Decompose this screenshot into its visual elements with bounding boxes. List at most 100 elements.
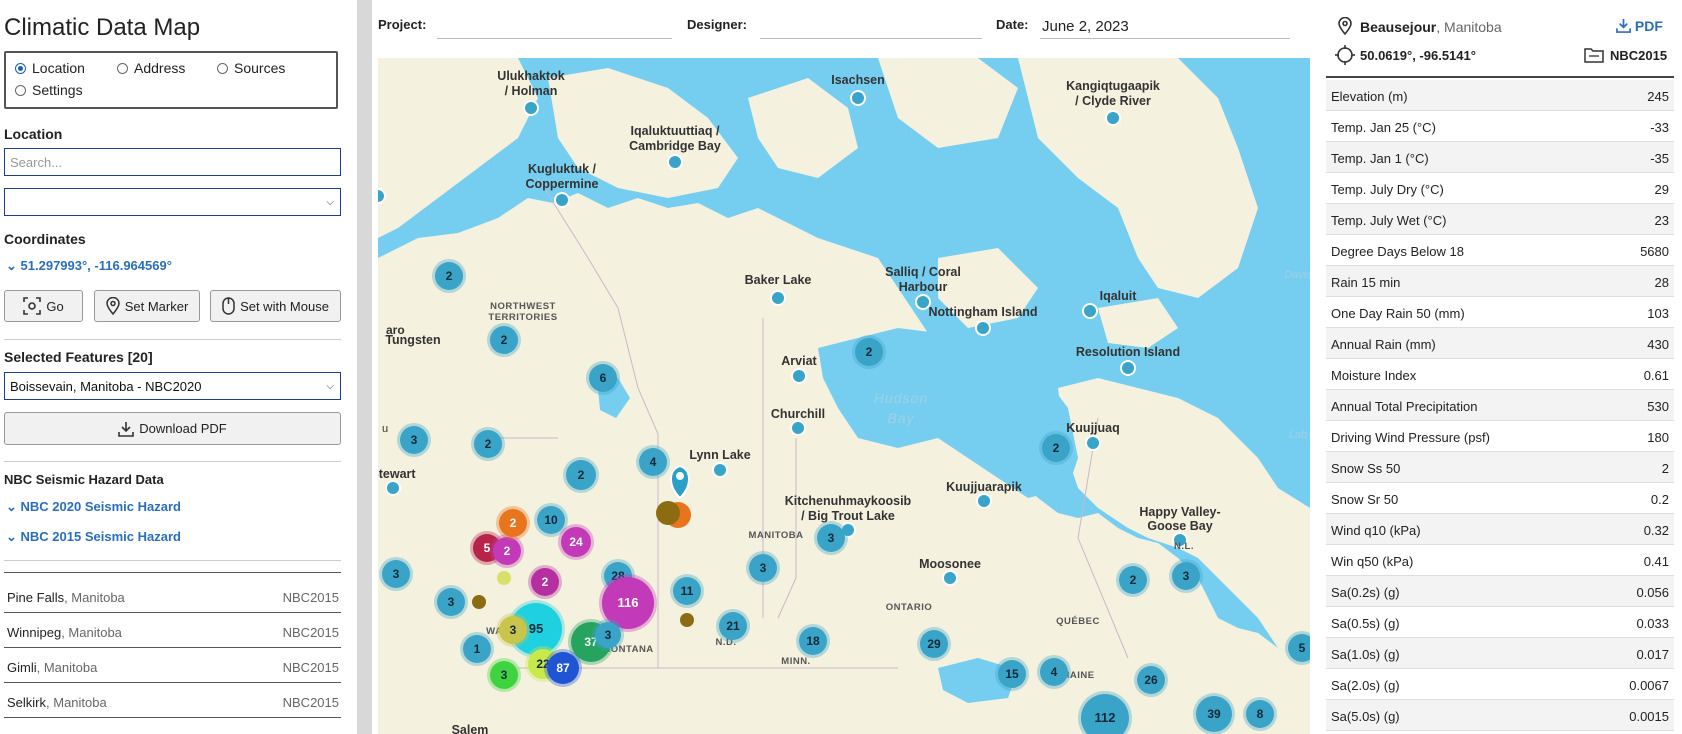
station-marker[interactable]: [712, 462, 728, 478]
cluster-marker[interactable]: 3: [434, 585, 468, 619]
climate-data-key: Snow Ss 50: [1331, 461, 1401, 476]
climate-data-value: 5680: [1640, 244, 1669, 259]
code-badge: NBC2015: [1610, 48, 1668, 63]
cluster-marker[interactable]: 3: [487, 658, 521, 692]
cluster-marker[interactable]: 3: [496, 613, 530, 647]
location-select[interactable]: ⌵: [4, 188, 341, 216]
cluster-marker[interactable]: 2: [432, 259, 466, 293]
cluster-marker[interactable]: 29: [917, 627, 951, 661]
download-icon: [1616, 18, 1631, 33]
feature-list-item[interactable]: Winnipeg, Manitoba NBC2015: [4, 613, 341, 648]
pdf-download-link[interactable]: PDF: [1616, 18, 1663, 34]
climate-data-key: Sa(0.2s) (g): [1331, 585, 1400, 600]
project-field[interactable]: [437, 38, 672, 39]
cluster-marker[interactable]: 4: [1037, 655, 1071, 689]
climate-data-row: Snow Sr 50 0.2: [1326, 483, 1674, 514]
climate-data-value: 0.056: [1636, 585, 1669, 600]
cluster-marker[interactable]: 3: [746, 551, 780, 585]
cluster-marker[interactable]: 112: [1078, 691, 1132, 734]
download-pdf-button[interactable]: Download PDF: [4, 412, 341, 445]
feature-list-item[interactable]: Selkirk, Manitoba NBC2015: [4, 683, 341, 718]
date-value[interactable]: June 2, 2023: [1042, 18, 1129, 35]
cluster-marker[interactable]: 2: [471, 427, 505, 461]
cluster-marker[interactable]: 2: [1116, 563, 1150, 597]
location-label: Location: [4, 126, 63, 142]
cluster-marker[interactable]: 24: [558, 524, 594, 560]
cluster-marker[interactable]: 4: [636, 445, 670, 479]
set-marker-button[interactable]: Set Marker: [94, 290, 200, 322]
cluster-count: 24: [569, 535, 583, 549]
station-marker[interactable]: [523, 100, 539, 116]
set-with-mouse-button[interactable]: Set with Mouse: [210, 290, 341, 322]
cluster-marker[interactable]: 26: [1134, 663, 1168, 697]
station-marker[interactable]: [554, 192, 570, 208]
cluster-marker[interactable]: 2: [852, 335, 886, 369]
map-place-label: Cambridge Bay: [629, 139, 721, 153]
cluster-marker[interactable]: 11: [670, 574, 704, 608]
cluster-marker[interactable]: 3: [814, 521, 848, 555]
panel-scrollbar[interactable]: [357, 0, 372, 734]
cluster-marker[interactable]: 21: [716, 609, 750, 643]
cluster-marker[interactable]: 2: [496, 506, 530, 540]
cluster-marker[interactable]: 6: [586, 361, 620, 395]
station-marker[interactable]: [1120, 360, 1136, 376]
cluster-marker[interactable]: 1: [460, 632, 494, 666]
station-marker[interactable]: [385, 480, 401, 496]
designer-field[interactable]: [760, 38, 982, 39]
radio-dot-icon: [15, 62, 26, 74]
map-place-label: Resolution Island: [1076, 345, 1180, 359]
station-marker[interactable]: [680, 613, 694, 627]
cluster-marker[interactable]: 18: [796, 624, 830, 658]
cluster-marker[interactable]: 39: [1193, 693, 1235, 734]
radio-sources[interactable]: Sources: [217, 60, 285, 76]
cluster-marker[interactable]: 3: [379, 557, 413, 591]
cluster-marker[interactable]: 2: [490, 534, 524, 568]
cluster-marker[interactable]: 2: [563, 457, 599, 493]
radio-location[interactable]: Location: [15, 60, 85, 76]
station-marker[interactable]: [378, 188, 386, 204]
station-marker[interactable]: [1082, 303, 1098, 319]
climate-map[interactable]: Ulukhaktok / Holman Isachsen Kangiqtugaapik…: [378, 58, 1310, 734]
station-marker[interactable]: [915, 294, 931, 310]
cluster-marker[interactable]: 87: [544, 649, 582, 687]
station-marker[interactable]: [472, 595, 486, 609]
feature-list-item[interactable]: Gimli, Manitoba NBC2015: [4, 648, 341, 683]
designer-label: Designer:: [687, 17, 747, 32]
station-marker[interactable]: [1105, 110, 1121, 126]
map-place-label: Kuujjuaq: [1066, 421, 1119, 435]
station-marker[interactable]: [975, 320, 991, 336]
station-marker[interactable]: [667, 154, 683, 170]
coordinates-toggle[interactable]: ⌄ 51.297993°, -116.964569°: [6, 258, 172, 274]
map-place-label: Kitchenuhmaykoosib: [785, 494, 912, 508]
feature-list-item[interactable]: Pine Falls, Manitoba NBC2015: [4, 578, 341, 613]
location-search-input[interactable]: Search...: [4, 148, 341, 176]
station-marker[interactable]: [976, 493, 992, 509]
cluster-marker[interactable]: 2: [528, 565, 562, 599]
station-marker[interactable]: [497, 571, 511, 585]
nbc2020-seismic-link[interactable]: ⌄ NBC 2020 Seismic Hazard: [6, 499, 181, 515]
cluster-count: 2: [578, 468, 585, 482]
station-marker[interactable]: [770, 290, 786, 306]
climate-data-value: 0.61: [1643, 368, 1669, 383]
go-button[interactable]: Go: [4, 290, 83, 322]
station-marker[interactable]: [791, 368, 807, 384]
station-marker[interactable]: [1085, 435, 1101, 451]
station-marker[interactable]: [790, 420, 806, 436]
cluster-marker[interactable]: 3: [1169, 559, 1203, 593]
selected-feature-select[interactable]: Boissevain, Manitoba - NBC2020 ⌵: [4, 372, 341, 400]
cluster-marker[interactable]: 5: [1285, 631, 1310, 665]
radio-settings[interactable]: Settings: [15, 82, 83, 98]
cluster-marker[interactable]: 15: [995, 657, 1029, 691]
cluster-marker[interactable]: 2: [487, 323, 521, 357]
climate-data-value: 0.033: [1636, 616, 1669, 631]
cluster-marker[interactable]: 3: [592, 619, 624, 651]
nbc2015-seismic-link[interactable]: ⌄ NBC 2015 Seismic Hazard: [6, 529, 181, 545]
radio-address[interactable]: Address: [117, 60, 185, 76]
cluster-marker[interactable]: 3: [397, 423, 431, 457]
cluster-marker[interactable]: 2: [1039, 431, 1073, 465]
station-marker[interactable]: [942, 570, 958, 586]
map-water-label: Bay: [887, 410, 914, 426]
cluster-marker[interactable]: 8: [1243, 697, 1277, 731]
station-marker[interactable]: [850, 90, 866, 106]
cluster-count: 2: [866, 345, 873, 359]
